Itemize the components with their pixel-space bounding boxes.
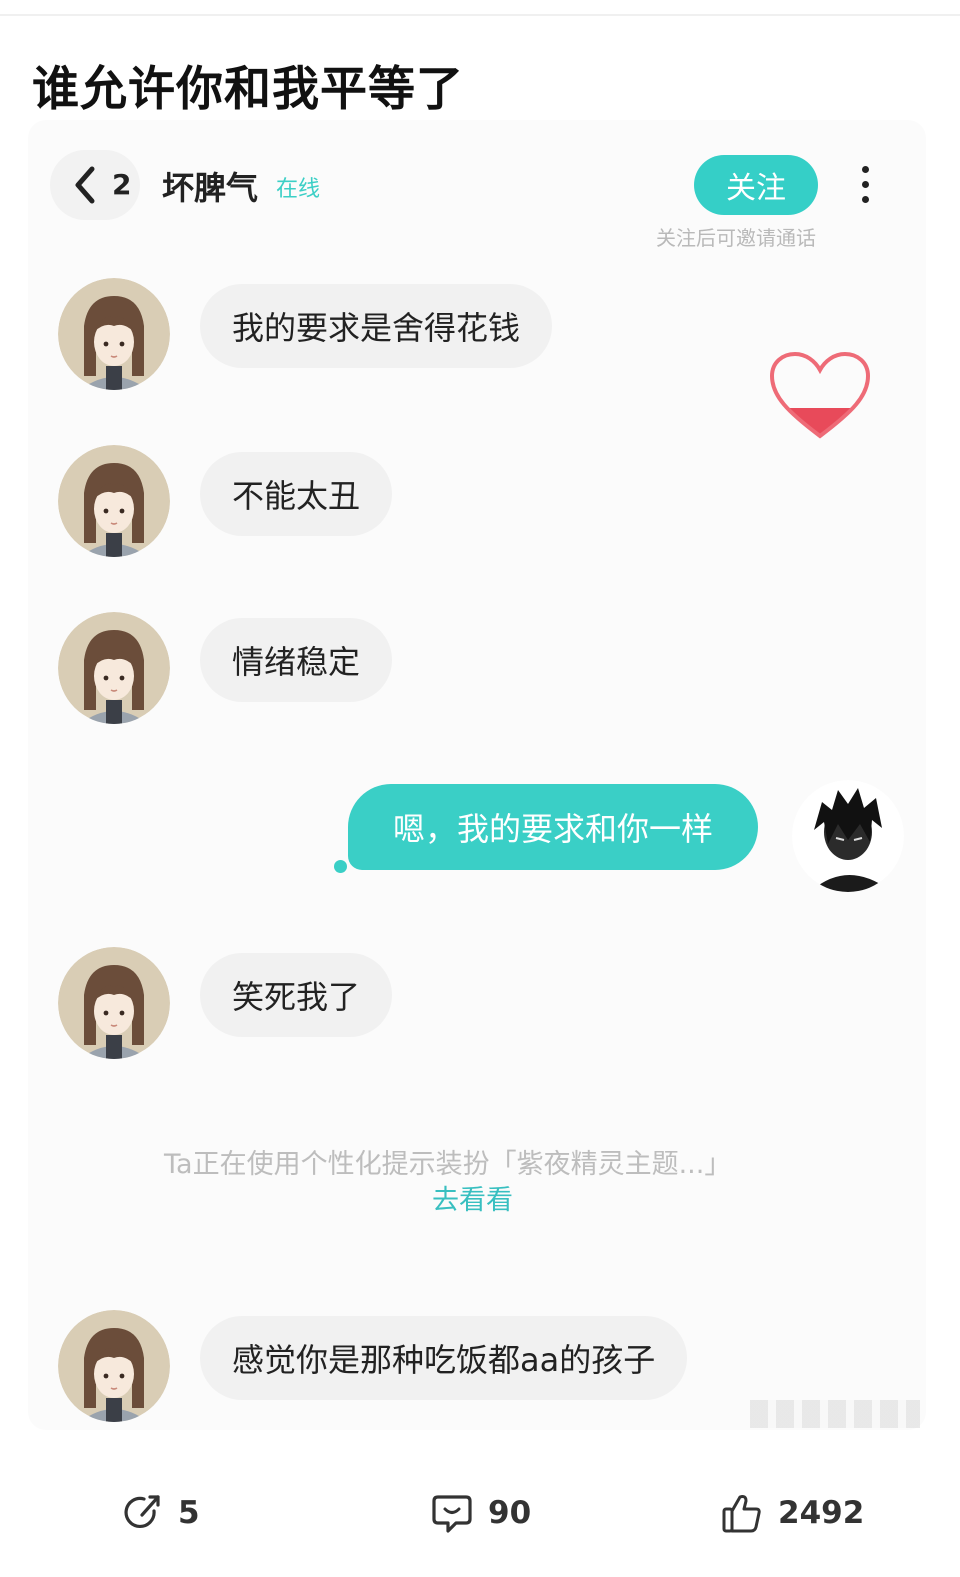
message-bubble-incoming: 我的要求是舍得花钱: [200, 284, 553, 368]
back-button[interactable]: 2: [50, 150, 140, 220]
message-bubble-incoming: 笑死我了: [200, 953, 393, 1037]
more-options-icon[interactable]: [848, 160, 882, 210]
message-bubble-incoming: 情绪稳定: [200, 618, 393, 702]
contact-avatar[interactable]: [58, 947, 170, 1059]
sent-indicator: [334, 860, 347, 873]
unread-count: 2: [112, 168, 132, 201]
theme-notice: Ta正在使用个性化提示装扮「紫夜精灵主题...」: [164, 1149, 732, 1180]
online-status: 在线: [276, 177, 321, 202]
my-avatar[interactable]: [792, 780, 904, 892]
follow-button[interactable]: 关注: [694, 155, 818, 215]
heart-icon[interactable]: [768, 350, 872, 442]
message-bubble-incoming: 感觉你是那种吃饭都aa的孩子: [200, 1316, 688, 1400]
contact-avatar[interactable]: [58, 278, 170, 390]
blurred-watermark: [750, 1400, 920, 1428]
contact-avatar[interactable]: [58, 445, 170, 557]
like-count: 2492: [778, 1495, 865, 1531]
repost-count: 5: [178, 1495, 200, 1531]
top-divider: [0, 14, 960, 16]
thumbs-up-icon: [722, 1495, 761, 1533]
like-button[interactable]: 2492: [720, 1488, 864, 1538]
repost-button[interactable]: 5: [120, 1488, 200, 1538]
comment-icon: [432, 1495, 472, 1533]
comment-count: 90: [488, 1495, 532, 1531]
contact-avatar[interactable]: [58, 1310, 170, 1422]
message-bubble-incoming: 不能太丑: [200, 452, 393, 536]
theme-link[interactable]: 去看看: [432, 1178, 513, 1217]
contact-avatar[interactable]: [58, 612, 170, 724]
message-bubble-outgoing: 嗯，我的要求和你一样: [348, 784, 758, 870]
chevron-left-icon: [75, 166, 95, 204]
repost-icon: [124, 1495, 160, 1528]
post-title: 谁允许你和我平等了: [32, 62, 464, 117]
contact-name: 坏脾气: [162, 169, 259, 207]
follow-hint: 关注后可邀请通话: [656, 226, 816, 250]
comment-button[interactable]: 90: [430, 1488, 531, 1538]
